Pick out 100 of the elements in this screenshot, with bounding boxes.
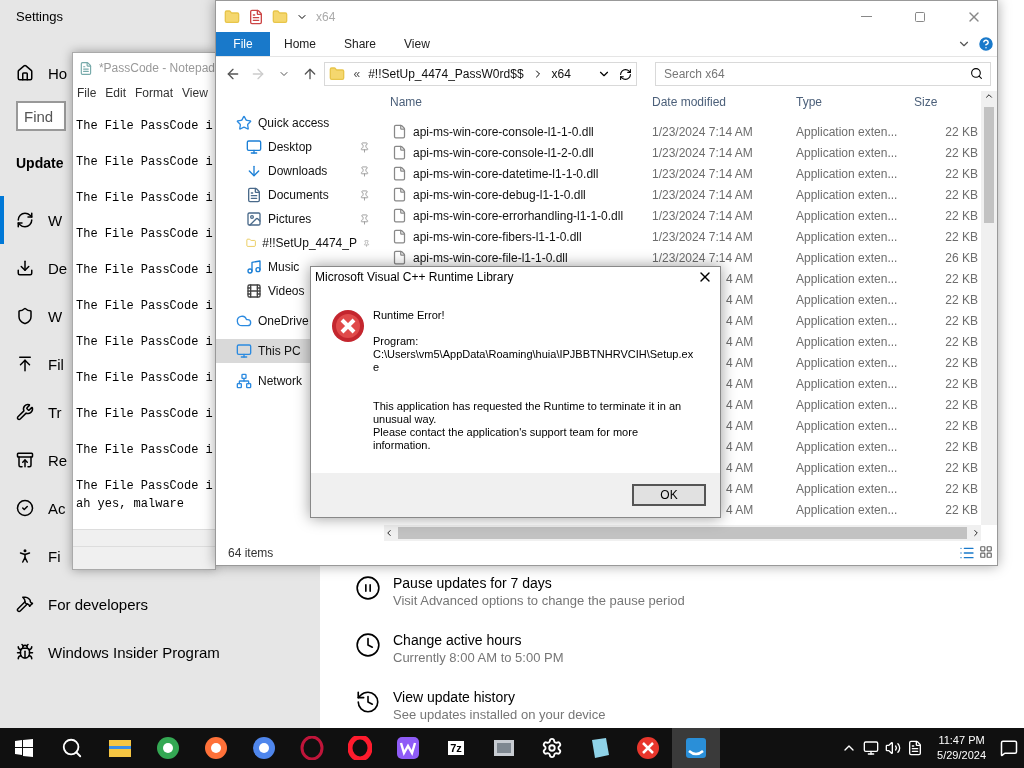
nav-item[interactable]: Re: [0, 436, 70, 484]
file-menu-button[interactable]: File: [216, 32, 270, 56]
type-cell-text: Application exten...: [795, 418, 899, 433]
nav-item[interactable]: Pictures: [216, 207, 384, 231]
file-name[interactable]: api-ms-win-core-errorhandling-l1-1-0.dll: [413, 208, 624, 223]
windows-icon: [15, 739, 33, 757]
file-icon: [392, 145, 407, 160]
type-cell-text: Application exten...: [795, 187, 899, 202]
date-cell-text: 1/23/2024 7:14 AM: [651, 250, 754, 265]
speaker-icon[interactable]: [885, 740, 902, 756]
scrollbar[interactable]: [384, 525, 981, 541]
option-title[interactable]: View update history: [393, 689, 606, 705]
folder-icon: [108, 738, 132, 758]
nav-item[interactable]: De: [0, 244, 70, 292]
column-header[interactable]: Name: [384, 95, 646, 109]
network-icon[interactable]: [863, 740, 880, 756]
document-icon[interactable]: [907, 740, 924, 756]
overflow-chevron[interactable]: «: [353, 67, 361, 81]
nav-item[interactable]: Fi: [0, 532, 63, 580]
text-line: The File PassCode i: [76, 478, 213, 495]
option-title[interactable]: Pause updates for 7 days: [393, 575, 685, 591]
home-icon: [16, 64, 34, 82]
column-header[interactable]: Type: [790, 95, 908, 109]
search-field[interactable]: Find: [16, 101, 66, 131]
date-cell-text: 1/23/2024 7:14 AM: [651, 229, 754, 244]
nav-item[interactable]: Quick access: [216, 111, 384, 135]
size-cell-text: 22 KB: [944, 334, 978, 349]
nav-icon: [16, 451, 34, 469]
search-icon: [970, 67, 983, 80]
properties-icon[interactable]: [248, 8, 264, 25]
taskbar-app[interactable]: [672, 728, 720, 768]
file-icon: [392, 124, 407, 139]
option-title[interactable]: Change active hours: [393, 632, 564, 648]
file-icon: [392, 229, 407, 244]
type-cell-text: Application exten...: [795, 439, 899, 454]
nav-item[interactable]: For developers: [0, 580, 151, 628]
ring-icon: [348, 736, 372, 760]
clock-time[interactable]: 11:47 PM: [938, 733, 985, 748]
text-line: The File PassCode i: [76, 226, 213, 243]
column-header[interactable]: Size: [908, 95, 978, 109]
nav-item[interactable]: Tr: [0, 388, 64, 436]
menu-item[interactable]: Edit: [105, 86, 127, 100]
file-name[interactable]: api-ms-win-core-console-l1-1-0.dll: [413, 124, 594, 139]
details-view-icon[interactable]: [959, 545, 975, 561]
clock-date[interactable]: 5/29/2024: [937, 748, 986, 763]
scrollbar[interactable]: [981, 91, 997, 525]
type-cell-text: Application exten...: [795, 271, 899, 286]
nav-item[interactable]: Downloads: [216, 159, 384, 183]
nav-item[interactable]: Documents: [216, 183, 384, 207]
notification-icon[interactable]: [1000, 739, 1018, 757]
breadcrumb[interactable]: #!!SetUp_4474_PassW0rd$$: [368, 67, 524, 81]
type-cell-text: Application exten...: [795, 292, 899, 307]
file-name[interactable]: api-ms-win-core-datetime-l1-1-0.dll: [413, 166, 599, 181]
nav-item[interactable]: W: [0, 196, 65, 244]
dialog-title: Microsoft Visual C++ Runtime Library: [315, 270, 514, 284]
tiles-view-icon[interactable]: [979, 545, 993, 559]
nav-icon: [16, 499, 34, 517]
chevron-up-icon[interactable]: [984, 91, 994, 101]
scrollbar-thumb[interactable]: [398, 527, 967, 539]
menu-item[interactable]: Format: [135, 86, 174, 100]
nav-item[interactable]: Fil: [0, 340, 66, 388]
refresh-icon[interactable]: [619, 67, 632, 81]
ribbon-tab[interactable]: Home: [270, 32, 330, 56]
nav-item[interactable]: W: [0, 292, 65, 340]
file-name[interactable]: api-ms-win-core-console-l1-2-0.dll: [413, 145, 594, 160]
menu-item[interactable]: File: [77, 86, 97, 100]
menu-item[interactable]: View: [182, 86, 208, 100]
taskbar-app[interactable]: 7z: [432, 728, 480, 768]
nav-icon: [236, 313, 252, 329]
date-cell-text: 4 AM: [726, 355, 755, 370]
browser-icon: [156, 736, 180, 760]
file-name[interactable]: api-ms-win-core-fibers-l1-1-0.dll: [413, 229, 582, 244]
nav-icon: [236, 343, 252, 359]
chevron-right-icon[interactable]: [971, 528, 981, 538]
scrollbar[interactable]: [73, 529, 215, 546]
date-cell-text: 4 AM: [726, 439, 755, 454]
date-cell-text: 4 AM: [726, 271, 755, 286]
scrollbar-thumb[interactable]: [984, 107, 994, 223]
chevron-left-icon[interactable]: [384, 528, 394, 538]
address-bar[interactable]: « #!!SetUp_4474_PassW0rd$$ x64: [324, 62, 637, 86]
ribbon-tab[interactable]: View: [390, 32, 444, 56]
column-header[interactable]: Date modified: [646, 95, 790, 109]
nav-item[interactable]: Ho: [16, 59, 68, 87]
nav-item[interactable]: #!!SetUp_4474_P: [216, 231, 384, 255]
option-subtitle: See updates installed on your device: [393, 707, 606, 722]
size-cell-text: 22 KB: [944, 166, 978, 181]
nav-icon: [236, 373, 252, 389]
history-icon: [355, 689, 381, 715]
size-cell-text: 22 KB: [944, 208, 978, 223]
breadcrumb[interactable]: x64: [551, 67, 571, 81]
nav-icon: [16, 595, 34, 613]
nav-item[interactable]: Desktop: [216, 135, 384, 159]
file-name[interactable]: api-ms-win-core-debug-l1-1-0.dll: [413, 187, 586, 202]
file-name[interactable]: api-ms-win-core-file-l1-1-0.dll: [413, 250, 568, 265]
text-line: The File PassCode i: [76, 298, 213, 315]
nav-item[interactable]: Windows Insider Program: [0, 628, 222, 676]
app-icon: [396, 736, 420, 760]
ribbon-tab[interactable]: Share: [330, 32, 391, 56]
nav-item[interactable]: Ac: [0, 484, 68, 532]
ok-button[interactable]: OK: [632, 484, 706, 506]
